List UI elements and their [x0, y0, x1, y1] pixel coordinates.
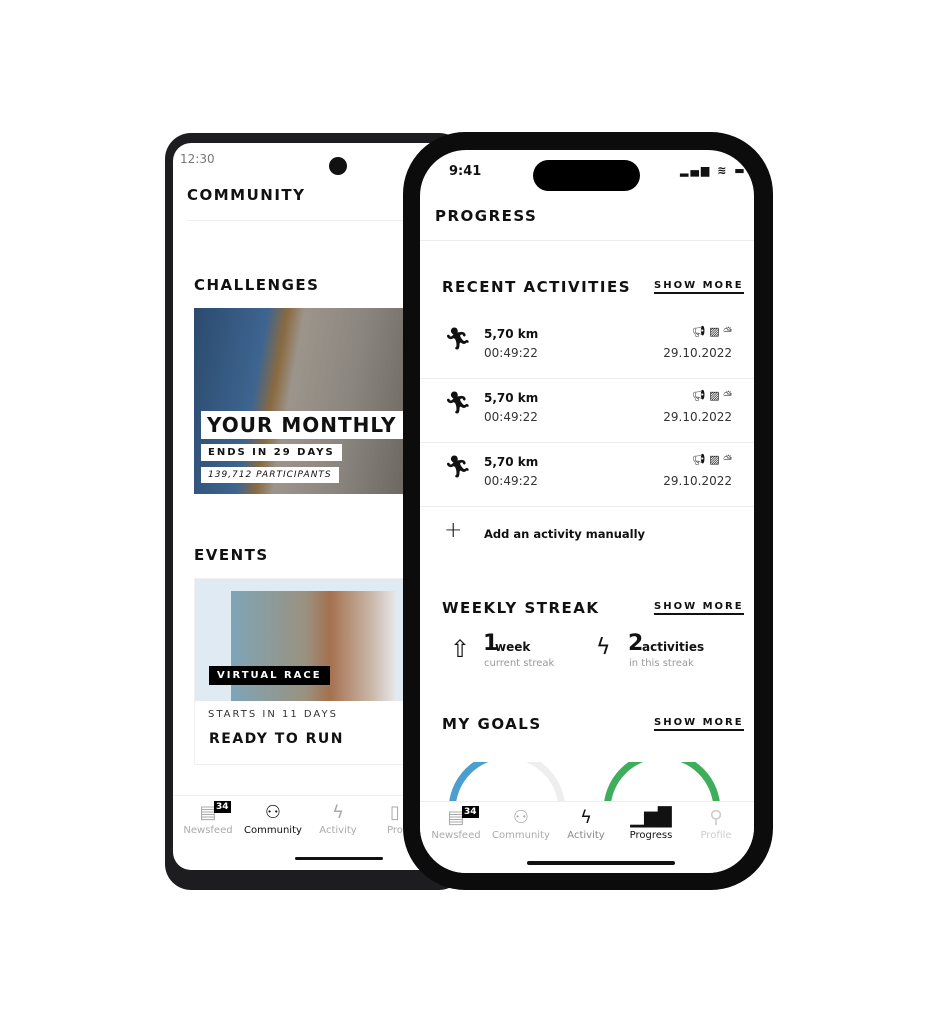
challenge-title: YOUR MONTHLY 3	[201, 411, 426, 439]
divider	[187, 220, 417, 221]
weekly-streak-heading: WEEKLY STREAK	[442, 599, 600, 617]
add-activity-button[interactable]: + Add an activity manually	[444, 518, 704, 546]
nav-label: Activity	[319, 825, 357, 836]
nav-label: Newsfeed	[431, 830, 481, 841]
camera-icon	[329, 157, 347, 175]
page-title: COMMUNITY	[187, 186, 306, 204]
streak-weeks-caption: current streak	[484, 658, 555, 669]
home-indicator[interactable]	[295, 857, 383, 860]
lightning-icon: ϟ	[332, 802, 344, 823]
activity-meta-icons: 📢︎ ▨ ⛅︎	[691, 389, 732, 402]
bottom-nav: ▤ 34 Newsfeed ⚇ Community ϟ Activity ▁▆█ Prog…	[420, 801, 754, 873]
nav-label: Activity	[567, 830, 605, 841]
arrow-up-icon: ⇧	[450, 635, 471, 663]
status-time: 9:41	[449, 164, 482, 179]
activity-duration: 00:49:22	[484, 410, 538, 424]
nav-label: Profile	[700, 830, 732, 841]
streak-weeks-unit: week	[495, 640, 531, 654]
running-icon: 🏃︎	[444, 327, 472, 352]
status-time: 12:30	[180, 152, 215, 166]
activity-distance: 5,70 km	[484, 391, 539, 405]
activity-row[interactable]: 🏃︎ 5,70 km 00:49:22 📢︎ ▨ ⛅︎ 29.10.2022	[420, 315, 754, 379]
nav-community[interactable]: ⚇ Community	[489, 806, 553, 841]
streak-show-more-link[interactable]: SHOW MORE	[654, 601, 744, 615]
newsfeed-badge: 34	[462, 806, 479, 818]
event-starts: STARTS IN 11 DAYS	[208, 709, 338, 720]
recent-activities-heading: RECENT ACTIVITIES	[442, 278, 632, 296]
nav-newsfeed[interactable]: ▤ 34 Newsfeed	[424, 806, 488, 841]
plus-icon: +	[444, 518, 463, 543]
challenges-heading: CHALLENGES	[194, 276, 320, 294]
nav-activity[interactable]: ϟ Activity	[554, 806, 618, 841]
activity-duration: 00:49:22	[484, 474, 538, 488]
running-icon: 🏃︎	[444, 391, 472, 416]
events-heading: EVENTS	[194, 546, 269, 564]
nav-label: Progress	[629, 830, 673, 841]
home-indicator[interactable]	[527, 861, 675, 865]
nav-label: Community	[244, 825, 302, 836]
lightning-icon: ϟ	[580, 807, 592, 828]
nav-activity[interactable]: ϟ Activity	[306, 801, 370, 836]
community-icon: ⚇	[264, 802, 282, 823]
lightning-icon: ϟ	[596, 635, 611, 660]
activity-date: 29.10.2022	[663, 346, 732, 360]
challenge-participants: 139,712 PARTICIPANTS	[201, 467, 339, 483]
activity-distance: 5,70 km	[484, 455, 539, 469]
goals-show-more-link[interactable]: SHOW MORE	[654, 717, 744, 731]
dynamic-island	[533, 160, 640, 191]
activity-row[interactable]: 🏃︎ 5,70 km 00:49:22 📢︎ ▨ ⛅︎ 29.10.2022	[420, 379, 754, 443]
activity-date: 29.10.2022	[663, 474, 732, 488]
divider	[420, 240, 754, 241]
event-name: READY TO RUN	[209, 731, 344, 747]
person-icon: ⚲	[709, 807, 723, 828]
status-icons: ▂▄▆ ≋ ▬	[680, 164, 747, 177]
running-icon: 🏃︎	[444, 455, 472, 480]
activity-row[interactable]: 🏃︎ 5,70 km 00:49:22 📢︎ ▨ ⛅︎ 29.10.2022	[420, 443, 754, 507]
my-goals-heading: MY GOALS	[442, 715, 542, 733]
recent-show-more-link[interactable]: SHOW MORE	[654, 280, 744, 294]
nav-label: Newsfeed	[183, 825, 233, 836]
activity-meta-icons: 📢︎ ▨ ⛅︎	[691, 453, 732, 466]
page-title: PROGRESS	[435, 207, 538, 225]
challenge-ends: ENDS IN 29 DAYS	[201, 444, 342, 461]
community-icon: ⚇	[512, 807, 530, 828]
streak-activities-caption: in this streak	[629, 658, 694, 669]
activity-meta-icons: 📢︎ ▨ ⛅︎	[691, 325, 732, 338]
nav-label: Pro	[387, 825, 403, 836]
streak-activities-unit: activities	[642, 640, 705, 654]
event-tag: VIRTUAL RACE	[209, 666, 330, 685]
activity-duration: 00:49:22	[484, 346, 538, 360]
challenge-card[interactable]: YOUR MONTHLY 3 ENDS IN 29 DAYS 139,712 P…	[194, 308, 426, 494]
add-activity-label: Add an activity manually	[484, 527, 646, 541]
nav-newsfeed[interactable]: ▤ 34 Newsfeed	[176, 801, 240, 836]
nav-community[interactable]: ⚇ Community	[241, 801, 305, 836]
event-card[interactable]: VIRTUAL RACE STARTS IN 11 DAYS READY TO …	[194, 578, 410, 765]
bar-chart-icon: ▁▆█	[630, 807, 672, 828]
newsfeed-badge: 34	[214, 801, 231, 813]
activity-distance: 5,70 km	[484, 327, 539, 341]
iphone-screen: 9:41 ▂▄▆ ≋ ▬ PROGRESS RECENT ACTIVITIES …	[420, 150, 754, 873]
nav-label: Community	[492, 830, 550, 841]
activity-date: 29.10.2022	[663, 410, 732, 424]
nav-profile[interactable]: ⚲ Profile	[684, 806, 748, 841]
nav-progress[interactable]: ▁▆█ Progress	[619, 806, 683, 841]
